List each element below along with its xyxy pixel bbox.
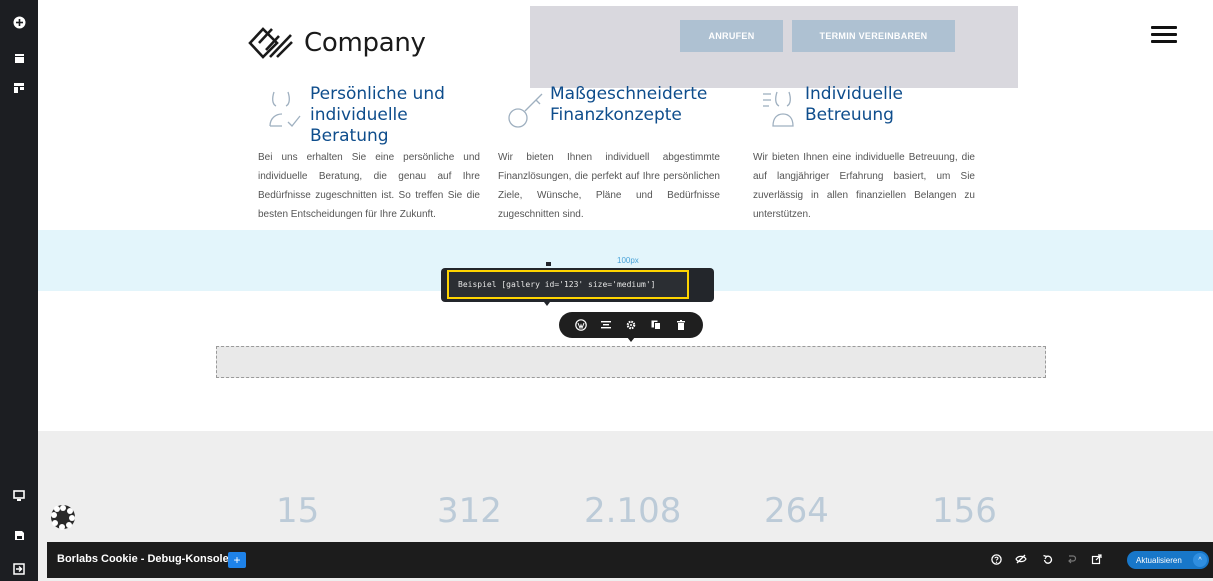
- stat-number: 2.108: [584, 491, 682, 531]
- person-list-icon: [763, 91, 794, 127]
- feature-text: Wir bieten Ihnen eine individuelle Betre…: [753, 152, 975, 220]
- editor-sidebar: [0, 0, 38, 581]
- add-element-icon[interactable]: [11, 14, 27, 30]
- wordpress-icon[interactable]: [574, 318, 588, 332]
- menu-icon[interactable]: [1151, 26, 1177, 44]
- debug-console-title: Borlabs Cookie - Debug-Konsole: [57, 553, 229, 565]
- stat-number: 312: [437, 491, 502, 531]
- feature-text: Bei uns erhalten Sie eine persönliche un…: [258, 152, 480, 220]
- shortcode-handle: [546, 262, 551, 266]
- duplicate-icon[interactable]: [649, 318, 663, 332]
- appointment-button[interactable]: TERMIN VEREINBAREN: [792, 20, 955, 52]
- toolbar-caret: [627, 337, 635, 342]
- expand-debug-button[interactable]: +: [228, 552, 246, 568]
- feature-title: Maßgeschneiderte Finanzkonzepte: [550, 84, 708, 125]
- spacer-size-label: 100px: [617, 256, 639, 265]
- hide-icon[interactable]: [1014, 552, 1028, 566]
- shortcode-input[interactable]: Beispiel [gallery id='123' size='medium'…: [447, 270, 689, 299]
- shortcode-caret: [544, 302, 550, 306]
- desktop-view-icon[interactable]: [11, 488, 27, 504]
- feature-text: Wir bieten Ihnen individuell abgestimmte…: [498, 152, 720, 220]
- company-logo[interactable]: Company: [246, 26, 426, 60]
- align-icon[interactable]: [599, 318, 613, 332]
- redo-icon[interactable]: [1064, 552, 1078, 566]
- external-link-icon[interactable]: [1089, 552, 1103, 566]
- settings-gear-icon[interactable]: [624, 318, 638, 332]
- save-icon[interactable]: [11, 527, 27, 543]
- stat-number: 156: [932, 491, 997, 531]
- person-check-icon: [269, 91, 301, 127]
- call-button[interactable]: ANRUFEN: [680, 20, 783, 52]
- delete-icon[interactable]: [674, 318, 688, 332]
- shortcode-editor: Beispiel [gallery id='123' size='medium'…: [441, 268, 714, 302]
- logo-text: Company: [304, 28, 426, 58]
- debug-console-bar: Borlabs Cookie - Debug-Konsole + Aktuali…: [47, 542, 1213, 578]
- element-toolbar: [559, 312, 703, 338]
- header-cta-overlay: ANRUFEN TERMIN VEREINBAREN: [530, 6, 1018, 88]
- template-icon[interactable]: [11, 80, 27, 96]
- update-label: Aktualisieren: [1136, 555, 1182, 565]
- chevron-up-icon[interactable]: ^: [1193, 553, 1207, 567]
- page-root: Company ANRUFEN TERMIN VEREINBAREN Persö…: [0, 0, 1213, 581]
- stat-number: 264: [764, 491, 829, 531]
- stat-number: 15: [276, 491, 320, 531]
- feature-title: Individuelle Betreuung: [805, 84, 904, 125]
- help-icon[interactable]: [989, 552, 1003, 566]
- layers-icon[interactable]: [11, 50, 27, 66]
- undo-icon[interactable]: [1040, 552, 1054, 566]
- cookie-icon[interactable]: [49, 503, 77, 531]
- update-button[interactable]: Aktualisieren ^: [1127, 551, 1209, 569]
- logo-mark-icon: [248, 27, 293, 59]
- key-icon: [508, 93, 543, 128]
- feature-title: Persönliche und individuelle Beratung: [310, 84, 445, 146]
- exit-icon[interactable]: [11, 561, 27, 577]
- drop-zone[interactable]: [216, 346, 1046, 378]
